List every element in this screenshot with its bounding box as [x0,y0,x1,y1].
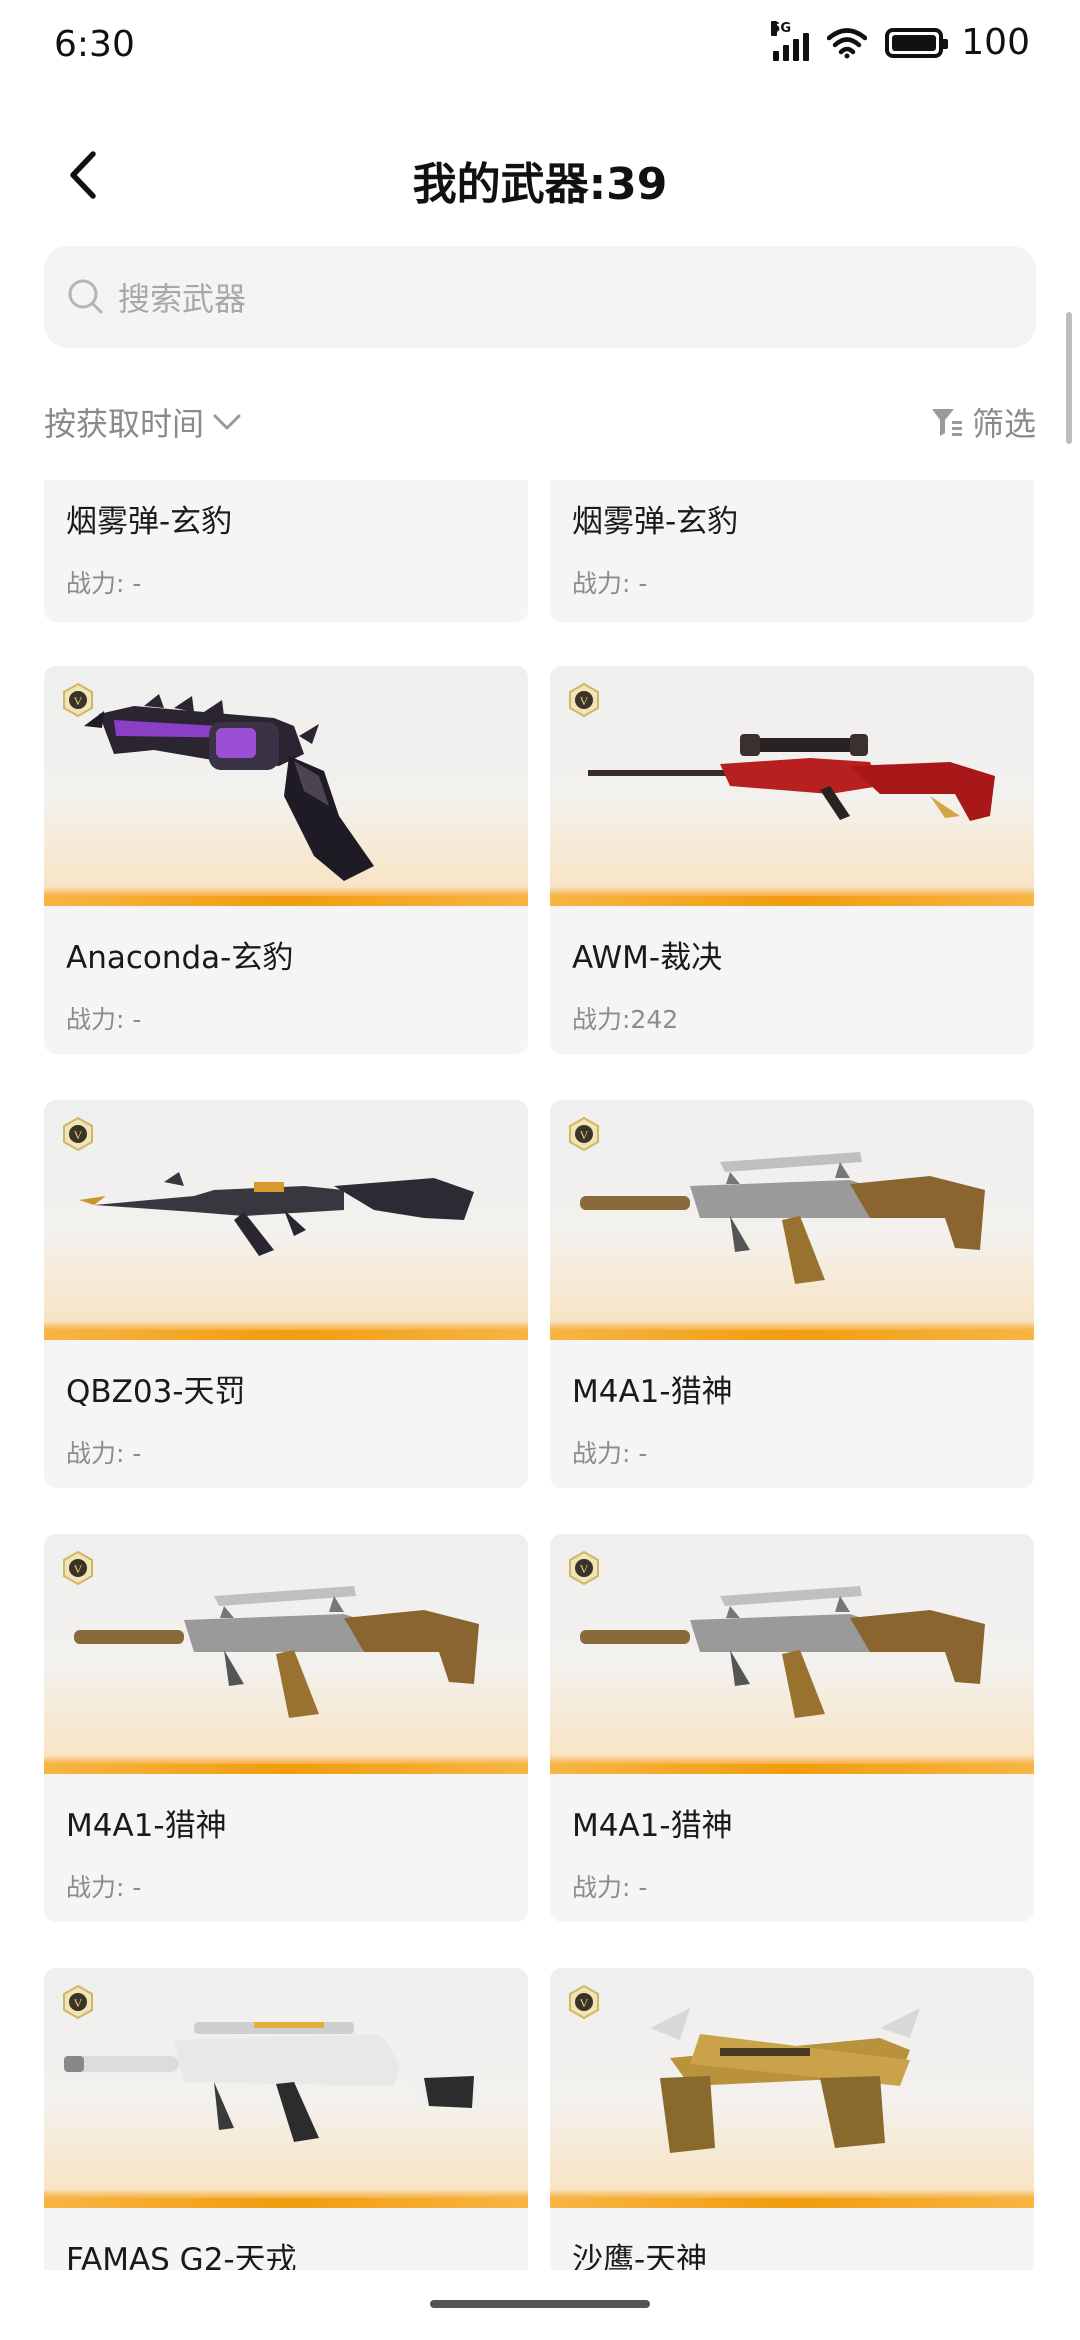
m4a1-image [580,1586,985,1718]
weapon-card[interactable]: 烟雾弹-玄豹 战力: - [550,480,1034,622]
v-badge-icon: V [63,1984,93,2020]
v-badge-icon: V [63,1116,93,1152]
rifle-image [79,1172,474,1256]
weapon-name: FAMAS G2-天戎 [66,2242,297,2270]
svg-text:V: V [580,1562,589,1576]
wifi-icon [827,27,868,58]
weapon-name: 烟雾弹-玄豹 [572,504,739,540]
weapon-image: V [44,1968,528,2208]
weapon-power: 战力: - [66,1873,142,1902]
weapons-page: 6:30 5G 100 我的武器:39 搜索武器 按获取时间 筛选 烟雾弹-玄豹… [0,0,1080,2340]
weapon-card[interactable]: V FAMAS G2-天戎 [44,1968,528,2270]
weapon-card[interactable]: 烟雾弹-玄豹 战力: - [44,480,528,622]
sniper-rifle-image [588,734,995,821]
famas-image [64,2022,484,2142]
status-time: 6:30 [54,24,135,65]
funnel-icon [931,409,962,436]
m4a1-image [580,1152,985,1284]
weapon-card[interactable]: V M4A1-猎神 战力: - [550,1534,1034,1922]
weapon-name: M4A1-猎神 [66,1808,227,1844]
sort-label: 按获取时间 [44,405,205,443]
page-title: 我的武器:39 [412,159,668,210]
weapon-card[interactable]: V 沙鹰-天神 [550,1968,1034,2270]
v-badge-icon: V [569,1550,599,1586]
weapon-name: AWM-裁决 [572,940,723,976]
chevron-down-icon [213,414,241,430]
weapon-power: 战力: - [572,1439,648,1468]
battery-icon [885,27,949,58]
home-indicator[interactable] [430,2300,650,2308]
signal-icon: 5G [771,20,810,61]
m4a1-image [74,1586,479,1718]
weapon-name: QBZ03-天罚 [66,1374,246,1410]
svg-text:V: V [74,1996,83,2010]
weapon-name: M4A1-猎神 [572,1808,733,1844]
weapon-power: 战力:242 [572,1005,679,1034]
weapon-power: 战力: - [572,1873,648,1902]
weapon-name: 烟雾弹-玄豹 [66,504,233,540]
weapon-grid: 烟雾弹-玄豹 战力: - 烟雾弹-玄豹 战力: - V Anaconda-玄豹 … [0,480,1080,2270]
svg-text:V: V [580,694,589,708]
weapon-power: 战力: - [66,569,142,598]
svg-text:V: V [74,694,83,708]
scrollbar[interactable] [1066,312,1072,444]
svg-text:V: V [74,1562,83,1576]
weapon-image: V [550,1534,1034,1774]
search-input[interactable]: 搜索武器 [44,246,1036,348]
v-badge-icon: V [63,682,93,718]
weapon-image: V [550,666,1034,906]
weapon-card[interactable]: V M4A1-猎神 战力: - [550,1100,1034,1488]
weapon-image: V [44,666,528,906]
top-bar: 我的武器:39 [0,120,1080,230]
revolver-image [84,694,374,881]
weapon-power: 战力: - [66,1439,142,1468]
v-badge-icon: V [569,1984,599,2020]
weapon-card[interactable]: V AWM-裁决 战力:242 [550,666,1034,1054]
weapon-power: 战力: - [572,569,648,598]
weapon-name: 沙鹰-天神 [572,2242,708,2270]
weapon-image: V [550,1100,1034,1340]
svg-text:V: V [74,1128,83,1142]
v-badge-icon: V [569,682,599,718]
weapon-image: V [550,1968,1034,2208]
v-badge-icon: V [63,1550,93,1586]
search-placeholder: 搜索武器 [118,280,247,318]
weapon-name: M4A1-猎神 [572,1374,733,1410]
desert-eagle-image [650,2008,920,2153]
weapon-card[interactable]: V QBZ03-天罚 战力: - [44,1100,528,1488]
weapon-image: V [44,1100,528,1340]
filter-button[interactable]: 筛选 [930,399,1036,445]
v-badge-icon: V [569,1116,599,1152]
filter-label: 筛选 [971,405,1036,443]
weapon-power: 战力: - [66,1005,142,1034]
weapon-name: Anaconda-玄豹 [66,940,294,976]
weapon-card[interactable]: V M4A1-猎神 战力: - [44,1534,528,1922]
svg-text:V: V [580,1996,589,2010]
svg-text:V: V [580,1128,589,1142]
sort-dropdown[interactable]: 按获取时间 [44,399,242,445]
status-bar: 6:30 5G 100 [0,0,1080,90]
search-icon [68,279,103,314]
weapon-card[interactable]: V Anaconda-玄豹 战力: - [44,666,528,1054]
battery-percent: 100 [961,22,1030,63]
weapon-image: V [44,1534,528,1774]
sort-filter-bar: 按获取时间 筛选 [44,392,1036,452]
status-icons: 5G 100 [771,20,1030,63]
